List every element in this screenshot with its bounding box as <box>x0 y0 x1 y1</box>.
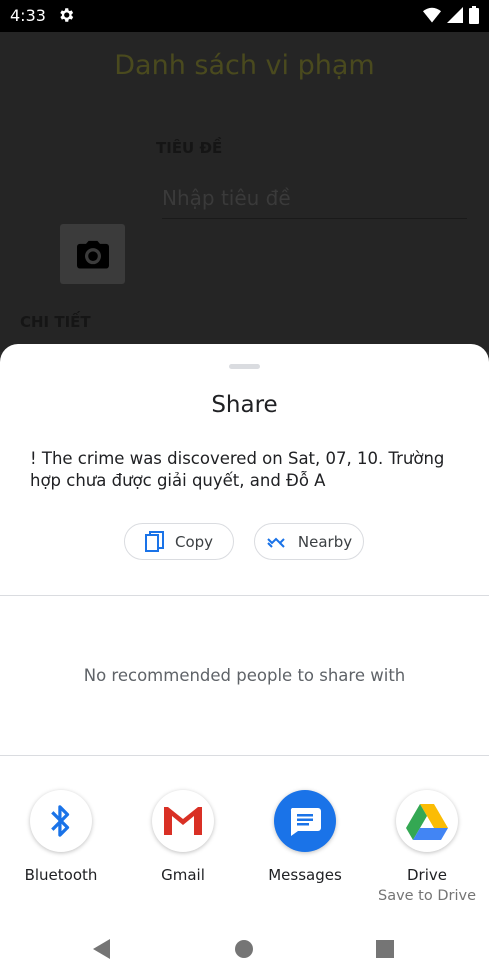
drive-label: Drive <box>407 866 447 884</box>
title-input[interactable]: Nhập tiêu đề <box>162 186 467 219</box>
settings-gear-icon <box>57 6 75 28</box>
share-target-bluetooth[interactable]: Bluetooth <box>6 790 116 884</box>
recents-icon[interactable] <box>375 939 395 959</box>
copy-icon <box>144 530 164 552</box>
drag-handle[interactable] <box>229 364 260 369</box>
divider <box>0 595 489 596</box>
messages-icon <box>274 790 336 852</box>
copy-label: Copy <box>174 532 214 551</box>
status-icons <box>423 6 479 24</box>
navigation-bar <box>0 915 489 979</box>
detail-label: CHI TIẾT <box>20 313 91 331</box>
gmail-icon <box>152 790 214 852</box>
back-icon[interactable] <box>92 938 112 960</box>
drive-sublabel: Save to Drive <box>377 888 477 904</box>
bluetooth-icon <box>30 790 92 852</box>
gmail-label: Gmail <box>161 866 205 884</box>
share-title: Share <box>211 392 278 418</box>
wifi-icon <box>423 7 441 23</box>
divider <box>0 755 489 756</box>
share-sheet: Share ! The crime was discovered on Sat,… <box>0 344 489 979</box>
camera-button[interactable] <box>60 224 125 284</box>
status-bar: 4:33 <box>0 0 489 32</box>
nearby-icon <box>267 537 285 548</box>
nearby-button[interactable]: Nearby <box>254 523 364 560</box>
share-target-gmail[interactable]: Gmail <box>128 790 238 884</box>
battery-icon <box>469 6 479 24</box>
drive-icon <box>396 790 458 852</box>
share-target-messages[interactable]: Messages <box>250 790 360 884</box>
status-time: 4:33 <box>10 6 46 25</box>
share-target-drive[interactable]: Drive Save to Drive <box>372 790 482 904</box>
copy-button[interactable]: Copy <box>124 523 234 560</box>
share-preview-text: ! The crime was discovered on Sat, 07, 1… <box>30 449 445 490</box>
no-recommended-people-text: No recommended people to share with <box>83 666 406 685</box>
bluetooth-label: Bluetooth <box>24 866 98 884</box>
nearby-label: Nearby <box>297 532 353 551</box>
home-icon[interactable] <box>234 939 254 959</box>
messages-label: Messages <box>268 866 342 884</box>
title-field-label: TIÊU ĐỀ <box>156 139 223 157</box>
camera-icon <box>76 240 109 269</box>
app-title: Danh sách vi phạm <box>114 50 375 81</box>
signal-icon <box>447 7 463 23</box>
